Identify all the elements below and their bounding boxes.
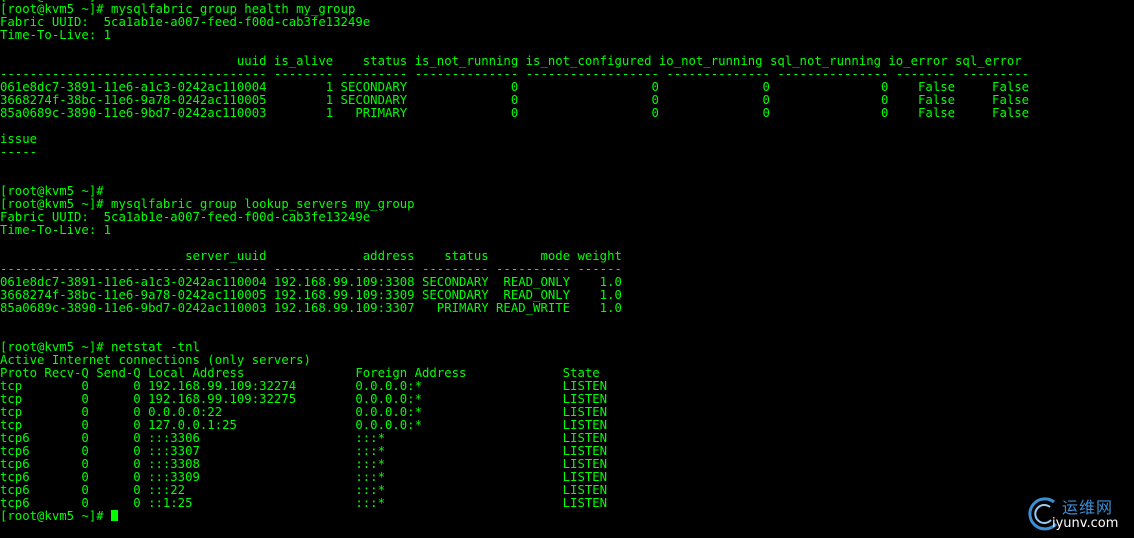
terminal-line: 85a0689c-3890-11e6-9bd7-0242ac110003 1 P… xyxy=(0,106,1030,120)
terminal-line: Time-To-Live: 1 xyxy=(0,28,112,42)
terminal-line: Time-To-Live: 1 xyxy=(0,223,112,237)
terminal-line: Fabric UUID: 5ca1ab1e-a007-feed-f00d-cab… xyxy=(0,15,371,29)
watermark-url-text: iyunv.com xyxy=(1052,516,1119,531)
site-watermark: 运维网 iyunv.com xyxy=(1024,494,1128,534)
terminal-line: tcp6 0 0 ::1:25 :::* LISTEN xyxy=(0,496,608,510)
terminal-output[interactable]: [root@kvm5 ~]#[root@kvm5 ~]# mysqlfabric… xyxy=(0,0,1134,523)
watermark-chinese-text: 运维网 xyxy=(1062,498,1114,517)
terminal-line: 85a0689c-3890-11e6-9bd7-0242ac110003 192… xyxy=(0,301,622,315)
terminal-line: ----- xyxy=(0,145,38,159)
terminal-line: Fabric UUID: 5ca1ab1e-a007-feed-f00d-cab… xyxy=(0,210,371,224)
terminal-line: issue xyxy=(0,132,38,146)
terminal-prompt-line[interactable]: [root@kvm5 ~]# xyxy=(0,510,1134,523)
text-cursor xyxy=(111,510,119,521)
shell-prompt: [root@kvm5 ~]# xyxy=(0,509,112,523)
